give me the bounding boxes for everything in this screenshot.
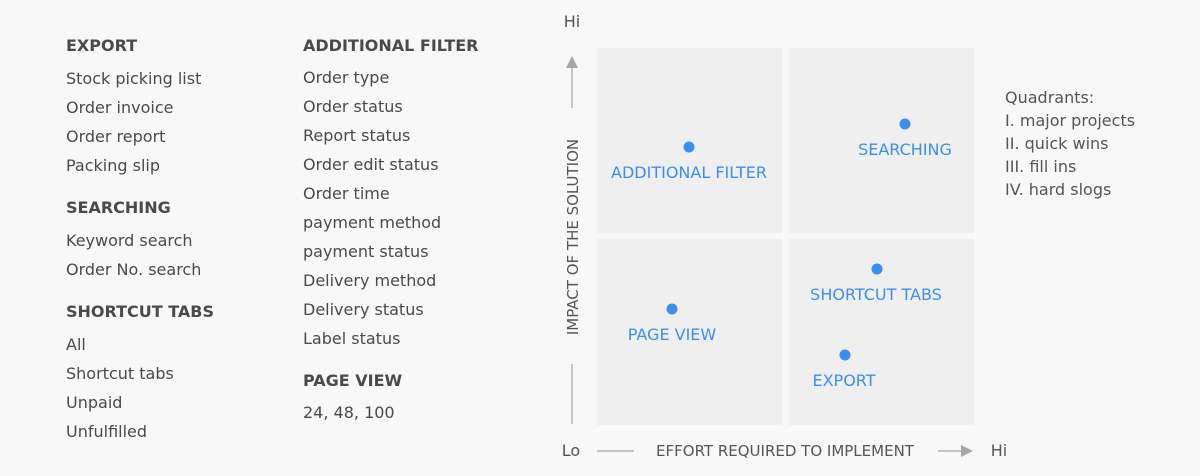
quadrants-legend: Quadrants: I. major projects II. quick w… <box>1005 86 1135 201</box>
point-label-page-view: PAGE VIEW <box>628 325 717 344</box>
point-label-additional-filter: ADDITIONAL FILTER <box>611 163 767 182</box>
x-axis-hi-label: Hi <box>991 441 1007 460</box>
y-axis-hi-label: Hi <box>564 12 580 31</box>
point-page-view <box>666 303 678 315</box>
point-label-export: EXPORT <box>812 371 875 390</box>
quadrants-legend-line: III. fill ins <box>1005 157 1077 176</box>
y-axis-label: IMPACT OF THE SOLUTION <box>564 139 582 335</box>
quadrant-top-left <box>597 48 782 233</box>
point-additional-filter <box>683 141 695 153</box>
x-axis-label: EFFORT REQUIRED TO IMPLEMENT <box>656 442 915 460</box>
quadrants-legend-line: I. major projects <box>1005 111 1136 130</box>
quadrants-legend-line: IV. hard slogs <box>1005 180 1112 199</box>
quadrants-legend-line: II. quick wins <box>1005 134 1109 153</box>
quadrants-legend-title: Quadrants: <box>1005 88 1095 107</box>
impact-effort-matrix: Hi IMPACT OF THE SOLUTION Lo EFFORT REQU… <box>562 12 1007 460</box>
point-export <box>839 349 851 361</box>
point-label-shortcut-tabs: SHORTCUT TABS <box>810 285 942 304</box>
x-axis-lo-label: Lo <box>562 441 580 460</box>
point-label-searching: SEARCHING <box>858 140 952 159</box>
point-shortcut-tabs <box>871 263 883 275</box>
point-searching <box>899 118 911 130</box>
